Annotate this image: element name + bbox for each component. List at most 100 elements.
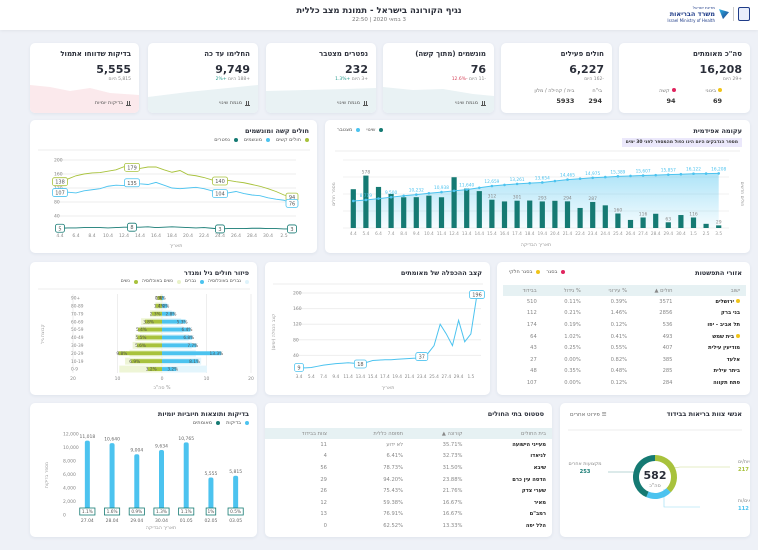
bar-value-label: 578 [362, 170, 371, 176]
partial-lockdown-dot-icon [736, 333, 740, 338]
y-axis-label: קבוצת גיל [41, 324, 46, 344]
table-row[interactable]: הדסה עין כרם 23.88% 94.20% 29 [265, 474, 552, 486]
table-row[interactable]: הלל יפה 13.33% 62.52% 0 [265, 520, 552, 532]
table-row[interactable]: מודיעין עילית 407 0.55% 0.25% 43 [503, 342, 746, 354]
table-row[interactable]: לניאדו 32.73% 6.41% 4 [265, 451, 552, 463]
y-axis-label-right: חולים חדשים [739, 182, 744, 207]
cell-value: 0.48% [610, 368, 628, 375]
cumulative-label: 11,640 [459, 183, 474, 189]
column-header[interactable]: % גידול [542, 285, 587, 296]
cumulative-point [465, 188, 468, 191]
table-row[interactable]: שערי צדק 21.76% 75.43% 26 [265, 485, 552, 497]
x-tick-label: 10 [115, 376, 121, 382]
data-label: 135 [127, 181, 137, 187]
x-tick-label: 28.04 [106, 518, 119, 524]
row-name: הלל יפה [525, 522, 546, 529]
data-label: 76 [289, 201, 295, 207]
bar-value-label: 116 [689, 211, 698, 217]
y-tick-label: 200 [54, 158, 63, 164]
men-value-label: 5.3% [177, 319, 188, 325]
x-tick-label: 20 [70, 376, 76, 382]
x-tick-label: 30.4 [263, 233, 273, 239]
cell-value: לא ידוע [386, 441, 404, 448]
deaths-sparkline [266, 88, 376, 113]
men-value-label: 6.4% [182, 327, 193, 333]
data-label: 37 [419, 355, 425, 361]
column-header[interactable]: בית החולים [468, 428, 552, 439]
daily-tests-link[interactable]: בדיקות יומיות [95, 100, 131, 106]
cell-value: 0.21% [564, 310, 581, 317]
table-row[interactable]: פתח תקווה 284 0.12% 0.00% 107 [503, 377, 746, 389]
x-tick-label: 24.4 [601, 231, 611, 237]
cell-value: 43 [530, 345, 537, 352]
table-row[interactable]: מאיר 16.67% 59.38% 12 [265, 497, 552, 509]
cumulative-label: 15,389 [610, 169, 625, 175]
segment-label: רופאים/ות [738, 498, 750, 504]
cell-value: 78.73% [383, 464, 404, 471]
row-name: תל אביב - יפו [707, 321, 740, 328]
bar-value-label: 63 [665, 216, 671, 222]
trend-link[interactable]: מגמת שינוי [455, 100, 486, 106]
x-tick-label: 0 [161, 376, 164, 382]
cumulative-point [478, 186, 481, 190]
severe-ventilated-chart: 40801201602004.46.48.410.412.414.416.418… [38, 149, 310, 249]
row-name: פתח תקווה [713, 379, 740, 386]
cumulative-label: 16,208 [711, 166, 726, 172]
cumulative-point [629, 174, 632, 178]
table-row[interactable]: ביתר עילית 285 0.48% 0.35% 48 [503, 366, 746, 378]
cell-value: 0.00% [564, 379, 581, 386]
cumulative-label: 14,975 [585, 171, 600, 177]
age-group-label: 0-9 [71, 367, 78, 373]
tests-value-label: 9,004 [130, 448, 143, 454]
table-row[interactable]: אלעד 385 0.82% 0.00% 27 [503, 354, 746, 366]
x-tick-label: 12.4 [449, 231, 459, 237]
y-tick-label: 12,000 [63, 432, 79, 438]
x-tick-label: 28.4 [247, 233, 257, 239]
column-header[interactable]: ישוב [678, 285, 746, 296]
column-header[interactable]: תפוסה כללית [332, 428, 410, 439]
cell-value: 11 [320, 441, 327, 448]
row-name: מעייני הישועה [512, 441, 546, 448]
segment-value: 253 [580, 469, 591, 475]
spread-areas-card: אזורי התפשטות בסגר בסגר חלקי ישוב חולים ▲… [497, 262, 750, 395]
new-cases-bar [401, 197, 407, 228]
x-axis-label: תאריך הבדיקה [521, 243, 551, 248]
trend-link[interactable]: מגמת שינוי [337, 100, 368, 106]
age-group-label: 30-39 [71, 343, 84, 349]
cell-value: 13.33% [442, 522, 463, 529]
column-header[interactable]: חולים ▲ [633, 285, 679, 296]
cell-value: 56 [320, 464, 327, 471]
column-header[interactable]: קורונה ▲ [409, 428, 469, 439]
y-tick-label: 0 [63, 513, 66, 519]
column-header[interactable]: בבידוד [503, 285, 543, 296]
y-tick-label: 200 [293, 291, 302, 297]
table-row[interactable]: מעייני הישועה 35.71% לא ידוע 11 [265, 439, 552, 451]
tests-value-label: 10,640 [104, 437, 120, 443]
table-row[interactable]: רמב"ם 16.67% 76.91% 13 [265, 509, 552, 521]
row-name: אלעד [726, 356, 740, 363]
column-header[interactable]: צוות בבידוד [265, 428, 333, 439]
column-header[interactable]: % עירוני [586, 285, 634, 296]
cell-value: 1.46% [610, 310, 628, 317]
data-label: 8 [130, 225, 133, 231]
cumulative-point [440, 190, 443, 194]
age-group-label: 80-89 [71, 303, 84, 309]
data-label: 5 [58, 226, 61, 232]
table-row[interactable]: תל אביב - יפו 536 0.12% 0.19% 174 [503, 319, 746, 331]
tests-value-label: 5,815 [229, 469, 242, 475]
x-tick-label: 20.4 [183, 233, 193, 239]
recovered-sparkline [148, 85, 258, 113]
table-row[interactable]: ירושלים 3571 0.39% 0.11% 510 [503, 296, 746, 308]
table-row[interactable]: שיבא 31.50% 78.73% 56 [265, 462, 552, 474]
trend-link[interactable]: מגמת שינוי [219, 100, 250, 106]
table-row[interactable]: בני ברק 2856 1.46% 0.21% 112 [503, 308, 746, 320]
men-value-label: 13.3% [210, 351, 224, 357]
tests-bar [84, 440, 90, 515]
row-name: רמב"ם [529, 511, 546, 518]
positive-rate-label: 1.3% [156, 509, 167, 515]
table-row[interactable]: בית שמש 493 0.41% 1.02% 64 [503, 331, 746, 343]
new-cases-bar [464, 188, 470, 228]
home-hotel-count: בית / קהילה / מלון 5933 [534, 88, 575, 105]
cumulative-point [717, 172, 720, 175]
women-value-label: 5.6% [135, 343, 146, 349]
